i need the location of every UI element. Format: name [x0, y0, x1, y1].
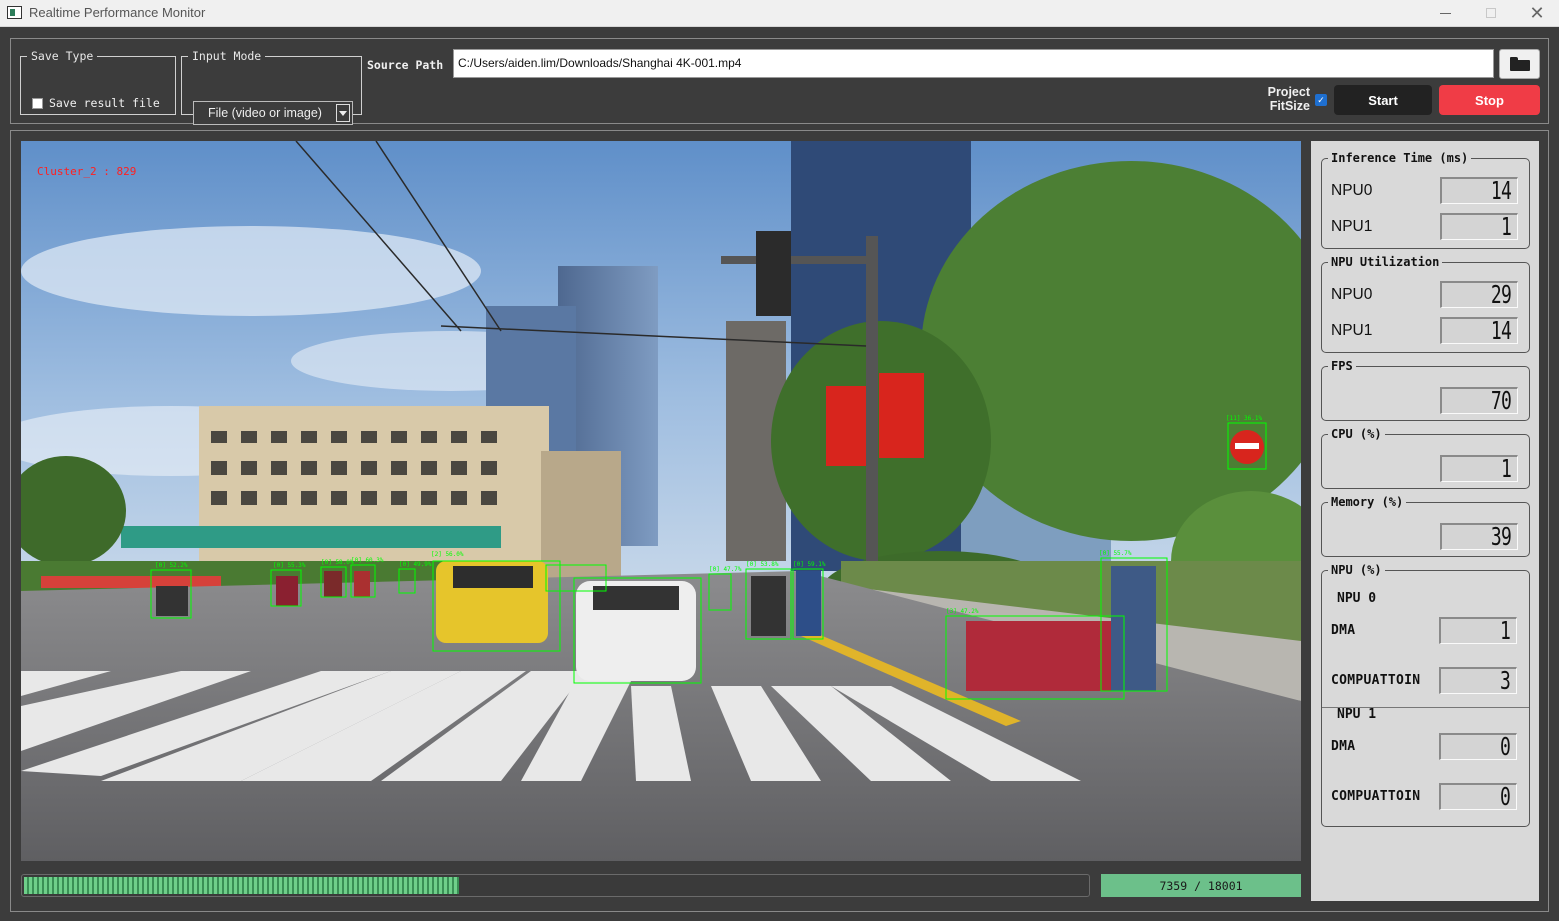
- inference-time-group: Inference Time (ms) NPU0 14 NPU1 1: [1321, 151, 1530, 249]
- detection-label: [0] 55.3%: [273, 562, 306, 569]
- cluster-label: Cluster_2 : 829: [37, 165, 137, 178]
- save-type-group: Save Type Save result file: [20, 49, 176, 115]
- npu0-computation-label: COMPUATTOIN: [1331, 673, 1421, 688]
- save-type-legend: Save Type: [31, 49, 94, 63]
- input-mode-legend: Input Mode: [192, 49, 262, 63]
- inference-npu1-label: NPU1: [1331, 218, 1373, 235]
- npu0-dma-value: 1: [1439, 617, 1517, 644]
- inference-npu0-label: NPU0: [1331, 182, 1373, 199]
- source-path-input[interactable]: C:/Users/aiden.lim/Downloads/Shanghai 4K…: [453, 49, 1494, 78]
- cpu-legend: CPU (%): [1331, 427, 1382, 441]
- save-result-checkbox[interactable]: [32, 97, 43, 109]
- memory-legend: Memory (%): [1331, 495, 1404, 509]
- npu-utilization-group: NPU Utilization NPU0 29 NPU1 14: [1321, 255, 1530, 353]
- input-mode-select[interactable]: File (video or image): [193, 101, 353, 125]
- main-panel: [0] 52.2% [0] 55.3% [0] 58.0% [0] 60.3% …: [10, 130, 1549, 912]
- input-mode-value: File (video or image): [208, 106, 322, 120]
- minimize-button[interactable]: [1422, 0, 1468, 26]
- detection-label: [0] 58.0%: [321, 559, 354, 566]
- folder-open-icon: [1509, 57, 1530, 71]
- inference-time-legend: Inference Time (ms): [1331, 151, 1469, 165]
- frame-counter: 7359 / 18001: [1101, 874, 1301, 897]
- project-fitsize-label: Project FitSize: [1254, 85, 1310, 113]
- npu-utilization-legend: NPU Utilization: [1331, 255, 1440, 269]
- utilization-npu1-label: NPU1: [1331, 322, 1373, 339]
- detection-label: [2] 56.0%: [431, 551, 464, 558]
- metrics-panel: Inference Time (ms) NPU0 14 NPU1 1 NPU U…: [1311, 141, 1539, 901]
- npu-percent-legend: NPU (%): [1331, 563, 1382, 577]
- input-mode-group: Input Mode File (video or image): [181, 49, 362, 125]
- npu0-computation-value: 3: [1439, 667, 1517, 694]
- save-result-option[interactable]: Save result file: [32, 96, 160, 110]
- browse-folder-button[interactable]: [1499, 49, 1540, 79]
- fps-value: 70: [1440, 387, 1518, 414]
- video-display: [0] 52.2% [0] 55.3% [0] 58.0% [0] 60.3% …: [21, 141, 1301, 861]
- npu-percent-group: NPU (%) NPU 0 DMA 1 COMPUATTOIN 3 NPU 1 …: [1321, 563, 1530, 827]
- npu0-heading: NPU 0: [1337, 591, 1377, 606]
- cpu-group: CPU (%) 1: [1321, 427, 1530, 489]
- window-title: Realtime Performance Monitor: [29, 5, 206, 20]
- detection-label: [0] 49.9%: [399, 561, 432, 568]
- fps-group: FPS 70: [1321, 359, 1530, 421]
- utilization-npu0-value: 29: [1440, 281, 1518, 308]
- video-progress-bar[interactable]: [21, 874, 1090, 897]
- checkmark-icon: ✓: [1317, 94, 1325, 105]
- stop-button[interactable]: Stop: [1439, 85, 1540, 115]
- detection-label: [0] 47.7%: [709, 566, 742, 573]
- inference-npu0-value: 14: [1440, 177, 1518, 204]
- project-fitsize-label-line1: Project: [1267, 85, 1310, 99]
- inference-npu1-value: 1: [1440, 213, 1518, 240]
- npu1-heading: NPU 1: [1337, 707, 1377, 722]
- start-button[interactable]: Start: [1334, 85, 1432, 115]
- detection-label: [0] 53.8%: [746, 561, 779, 568]
- save-result-label: Save result file: [49, 96, 160, 110]
- npu1-computation-value: 0: [1439, 783, 1517, 810]
- detection-label: [0] 55.7%: [1099, 550, 1132, 557]
- video-frame: [0] 52.2% [0] 55.3% [0] 58.0% [0] 60.3% …: [21, 141, 1301, 861]
- npu1-computation-label: COMPUATTOIN: [1331, 789, 1421, 804]
- progress-fill: [24, 877, 459, 894]
- control-panel: Save Type Save result file Input Mode Fi…: [10, 38, 1549, 125]
- app-icon: [7, 6, 22, 19]
- npu0-dma-label: DMA: [1331, 623, 1356, 638]
- detection-label: [0] 60.3%: [351, 557, 384, 564]
- detection-label: [3] 47.2%: [946, 608, 979, 615]
- utilization-npu1-value: 14: [1440, 317, 1518, 344]
- project-fitsize-label-line2: FitSize: [1269, 99, 1310, 113]
- npu1-dma-value: 0: [1439, 733, 1517, 760]
- close-icon: ✕: [1529, 2, 1545, 23]
- npu1-dma-label: DMA: [1331, 739, 1356, 754]
- detection-label: [0] 52.2%: [155, 562, 188, 569]
- source-path-label: Source Path: [367, 58, 444, 72]
- project-fitsize-checkbox[interactable]: ✓: [1315, 94, 1327, 106]
- detection-label: [0] 59.1%: [793, 561, 826, 568]
- maximize-button[interactable]: [1468, 0, 1514, 26]
- fps-legend: FPS: [1331, 359, 1353, 373]
- dropdown-arrow-icon[interactable]: [336, 104, 350, 122]
- close-button[interactable]: ✕: [1514, 0, 1559, 26]
- minimize-icon: [1439, 12, 1451, 14]
- detection-label: [11] 36.1%: [1226, 415, 1263, 422]
- title-bar: Realtime Performance Monitor ✕: [0, 0, 1559, 27]
- memory-group: Memory (%) 39: [1321, 495, 1530, 557]
- memory-value: 39: [1440, 523, 1518, 550]
- utilization-npu0-label: NPU0: [1331, 286, 1373, 303]
- cpu-value: 1: [1440, 455, 1518, 482]
- maximize-icon: [1486, 8, 1496, 18]
